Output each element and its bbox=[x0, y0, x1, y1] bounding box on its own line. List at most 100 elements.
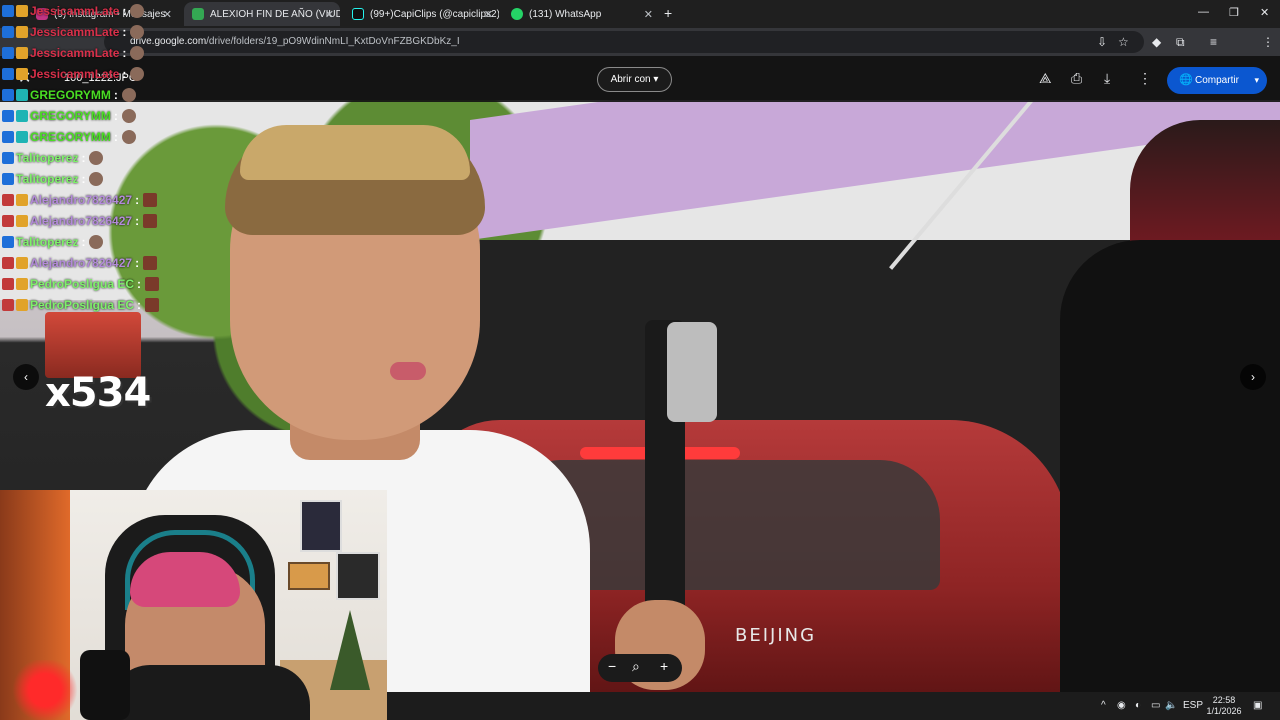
notification-icon[interactable]: ▣ bbox=[1253, 700, 1262, 711]
clock-time: 22:58 bbox=[1212, 695, 1236, 705]
chat-username[interactable]: JessicammLate bbox=[30, 67, 119, 81]
download-icon[interactable]: ⤓ bbox=[1104, 70, 1110, 87]
share-button[interactable]: 🌐 Compartir ▾ bbox=[1167, 67, 1267, 94]
install-app-icon[interactable]: ⇩ bbox=[1097, 35, 1107, 49]
webcam-poster bbox=[300, 500, 342, 552]
chat-message: JessicammLate: bbox=[2, 2, 145, 20]
chat-message: Alejandro7826427: bbox=[2, 254, 158, 272]
chat-message: GREGORYMM: bbox=[2, 107, 136, 125]
chat-message: PedroPosligua EC: bbox=[2, 275, 160, 293]
whatsapp-icon bbox=[511, 8, 523, 20]
chat-separator: : bbox=[137, 277, 142, 291]
tray-chevron-up-icon[interactable]: ^ bbox=[1101, 700, 1106, 711]
tray-record-icon[interactable]: ◉ bbox=[1117, 700, 1126, 711]
screen: (9) Instagram • Mensajes ✕ ALEXIOH FIN D… bbox=[0, 0, 1280, 720]
chat-username[interactable]: JessicammLate bbox=[30, 25, 119, 39]
chat-message: JessicammLate: bbox=[2, 23, 145, 41]
clock-date: 1/1/2026 bbox=[1206, 706, 1242, 716]
tray-app-icon[interactable]: ◐ bbox=[1135, 700, 1141, 711]
chevron-down-icon[interactable]: ▾ bbox=[1254, 67, 1259, 94]
chat-badge-icon bbox=[16, 26, 28, 38]
chat-badge-icon bbox=[16, 68, 28, 80]
zoom-in-button[interactable]: + bbox=[660, 658, 668, 674]
zoom-out-button[interactable]: − bbox=[608, 658, 616, 674]
chat-badge-icon bbox=[16, 5, 28, 17]
chat-badge-icon bbox=[16, 278, 28, 290]
chat-badge-icon bbox=[16, 47, 28, 59]
tab-whatsapp[interactable]: (131) WhatsApp ✕ bbox=[503, 2, 659, 26]
print-icon[interactable]: ⎙ bbox=[1071, 70, 1082, 87]
webcam-poster bbox=[336, 552, 380, 600]
address-bar[interactable]: drive.google.com/drive/folders/19_pO9Wdi… bbox=[104, 31, 1144, 53]
open-with-label: Abrir con bbox=[610, 74, 651, 85]
chat-username[interactable]: Talitoperez bbox=[16, 151, 78, 165]
chat-username[interactable]: Alejandro7826427 bbox=[30, 214, 132, 228]
browser-menu-icon[interactable]: ⋮ bbox=[1262, 35, 1274, 49]
chat-username[interactable]: GREGORYMM bbox=[30, 88, 111, 102]
chat-emote-icon bbox=[145, 277, 160, 291]
new-tab-button[interactable]: + bbox=[664, 5, 672, 21]
chat-emote-icon bbox=[130, 25, 145, 39]
add-to-drive-icon[interactable]: ⟁ bbox=[1039, 70, 1052, 87]
close-icon[interactable]: ✕ bbox=[325, 8, 334, 21]
chat-badge-icon bbox=[2, 110, 14, 122]
stream-alert: x534 bbox=[45, 312, 151, 424]
webcam-streamer-shirt bbox=[110, 665, 310, 720]
chat-username[interactable]: JessicammLate bbox=[30, 4, 119, 18]
chat-message: Alejandro7826427: bbox=[2, 212, 158, 230]
extension-icon[interactable]: ◆ bbox=[1152, 35, 1161, 49]
chat-username[interactable]: Talitoperez bbox=[16, 235, 78, 249]
window-close-button[interactable]: ✕ bbox=[1260, 6, 1269, 19]
chat-username[interactable]: GREGORYMM bbox=[30, 109, 111, 123]
chat-username[interactable]: Alejandro7826427 bbox=[30, 256, 132, 270]
restore-button[interactable]: ❐ bbox=[1229, 6, 1239, 19]
chat-separator: : bbox=[81, 235, 86, 249]
chat-username[interactable]: Alejandro7826427 bbox=[30, 193, 132, 207]
chat-separator: : bbox=[122, 67, 127, 81]
chat-emote-icon bbox=[89, 151, 104, 165]
taskbar-clock[interactable]: 22:58 1/1/2026 bbox=[1196, 695, 1252, 717]
reading-list-icon[interactable]: ≡ bbox=[1210, 35, 1217, 49]
chat-emote-icon bbox=[143, 214, 158, 228]
open-with-button[interactable]: Abrir con ▾ bbox=[597, 67, 672, 92]
chat-username[interactable]: GREGORYMM bbox=[30, 130, 111, 144]
stream-chat: JessicammLate: JessicammLate: JessicammLat… bbox=[0, 0, 170, 320]
chat-username[interactable]: PedroPosligua EC bbox=[30, 298, 134, 312]
chat-emote-icon bbox=[89, 235, 104, 249]
chat-badge-icon bbox=[2, 131, 14, 143]
chat-emote-icon bbox=[143, 256, 158, 270]
chat-badge-icon bbox=[16, 89, 28, 101]
chat-separator: : bbox=[113, 130, 118, 144]
close-icon[interactable]: ✕ bbox=[644, 8, 653, 21]
chat-separator: : bbox=[135, 256, 140, 270]
minimize-button[interactable]: — bbox=[1198, 6, 1209, 18]
battery-icon[interactable]: ▭ bbox=[1151, 700, 1160, 711]
close-icon[interactable]: ✕ bbox=[484, 8, 493, 21]
chat-separator: : bbox=[135, 193, 140, 207]
webcam-christmas-tree bbox=[330, 610, 370, 690]
chat-message: GREGORYMM: bbox=[2, 86, 136, 104]
chat-emote-icon bbox=[130, 46, 145, 60]
chat-badge-icon bbox=[16, 110, 28, 122]
zoom-icon[interactable]: ⌕ bbox=[632, 658, 640, 675]
chat-badge-icon bbox=[2, 26, 14, 38]
more-options-icon[interactable]: ⋮ bbox=[1138, 70, 1152, 87]
chat-username[interactable]: Talitoperez bbox=[16, 172, 78, 186]
chat-username[interactable]: JessicammLate bbox=[30, 46, 119, 60]
chat-message: Alejandro7826427: bbox=[2, 191, 158, 209]
photo-man-hair-top bbox=[240, 125, 470, 180]
next-file-button[interactable]: › bbox=[1240, 364, 1266, 390]
chat-username[interactable]: PedroPosligua EC bbox=[30, 277, 134, 291]
chat-emote-icon bbox=[130, 4, 145, 18]
bookmark-star-icon[interactable]: ☆ bbox=[1118, 35, 1129, 49]
share-label: Compartir bbox=[1195, 75, 1239, 86]
chat-message: Talitoperez: bbox=[2, 170, 104, 188]
volume-icon[interactable]: 🔈 bbox=[1165, 700, 1177, 711]
tab-drive[interactable]: ALEXIOH FIN DE AÑO (VIUDA) ✕ bbox=[184, 2, 340, 26]
chat-badge-icon bbox=[2, 68, 14, 80]
chevron-down-icon: ▾ bbox=[653, 74, 659, 85]
extensions-puzzle-icon[interactable]: ⧉ bbox=[1176, 35, 1185, 50]
tab-tiktok[interactable]: (99+)CapiClips (@capiclips2) | T ✕ bbox=[344, 2, 499, 26]
previous-file-button[interactable]: ‹ bbox=[13, 364, 39, 390]
drive-icon bbox=[192, 8, 204, 20]
